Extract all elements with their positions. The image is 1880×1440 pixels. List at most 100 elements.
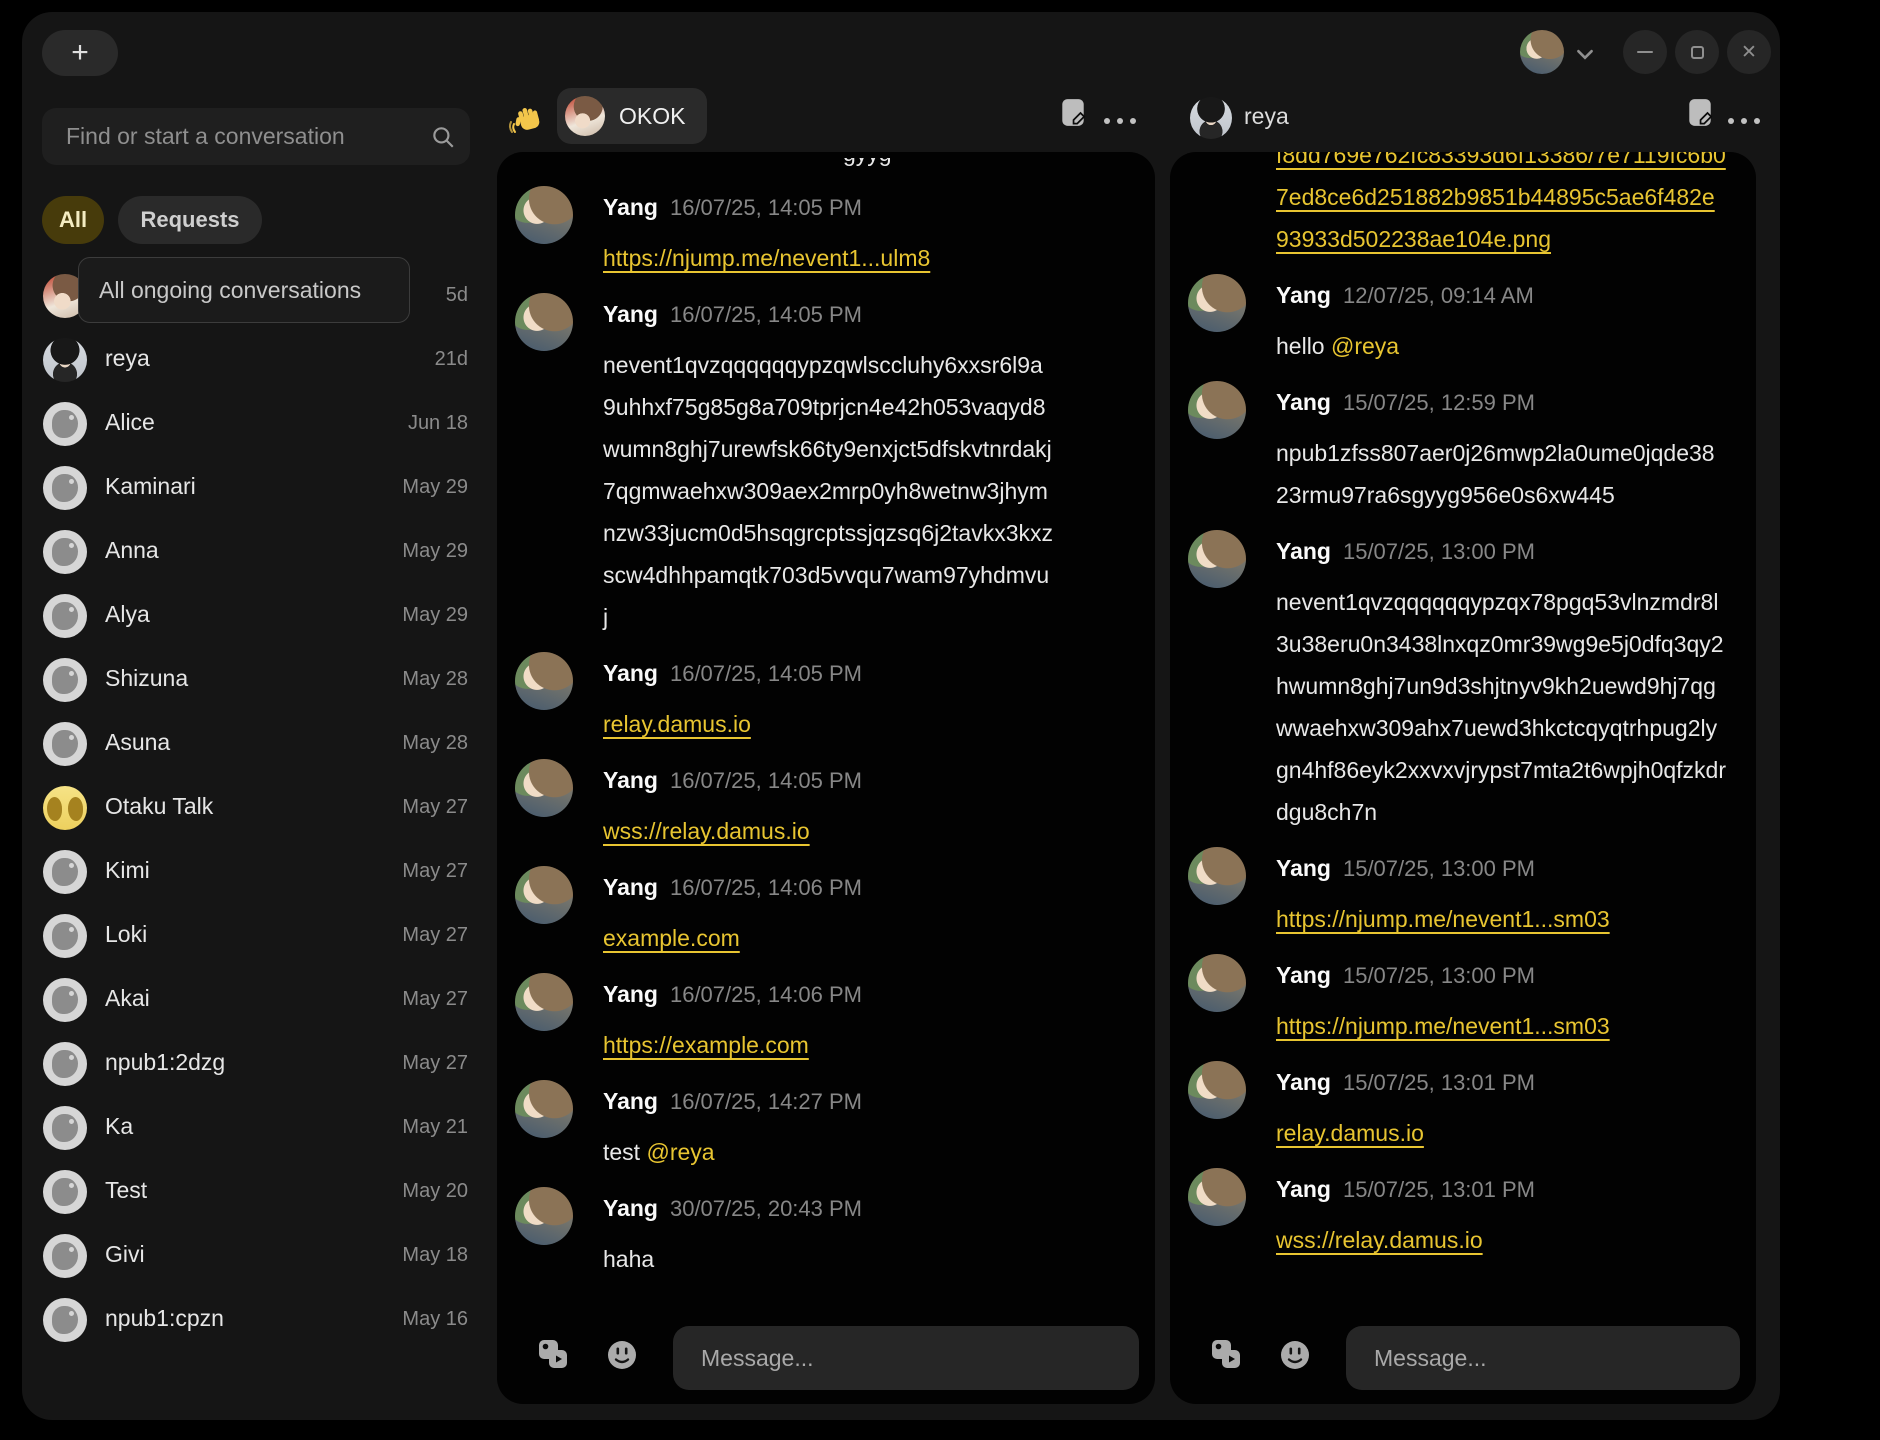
avatar xyxy=(43,786,87,830)
message-link[interactable]: https://njump.me/nevent1...sm03 xyxy=(1276,1013,1610,1039)
message-body: test @reya xyxy=(603,1131,1053,1173)
conversation-time: 21d xyxy=(435,348,468,371)
chat-title-reya[interactable]: reya xyxy=(1244,103,1289,130)
message-link[interactable]: wss://relay.damus.io xyxy=(603,818,810,844)
more-options-icon[interactable] xyxy=(1728,118,1760,124)
message-input-row xyxy=(1170,1310,1756,1404)
message-link[interactable]: https://njump.me/nevent1...ulm8 xyxy=(603,245,930,271)
conversation-row[interactable]: KaMay 21 xyxy=(42,1096,470,1160)
conversation-name: Akai xyxy=(105,985,150,1012)
conversation-row[interactable]: Asuna May 28 xyxy=(42,712,470,776)
message-link[interactable]: relay.damus.io xyxy=(1276,1120,1424,1146)
message-sender: Yang xyxy=(603,767,658,793)
search-input[interactable] xyxy=(42,108,470,165)
message-body: npub1zfss807aer0j26mwp2la0ume0jqde3823rm… xyxy=(1276,432,1726,516)
message-sender: Yang xyxy=(1276,855,1331,881)
conversation-row[interactable]: npub1:2dzgMay 27 xyxy=(42,1032,470,1096)
message-link[interactable]: example.com xyxy=(603,925,740,951)
message-timestamp: 15/07/25, 12:59 PM xyxy=(1343,390,1535,415)
conversation-name: Asuna xyxy=(105,729,170,756)
attach-media-icon[interactable] xyxy=(1208,1336,1244,1377)
minimize-button[interactable] xyxy=(1623,30,1667,74)
message-sender-row: Yang16/07/25, 14:05 PM xyxy=(603,186,1125,229)
tab-all[interactable]: All xyxy=(42,196,104,244)
more-options-icon[interactable] xyxy=(1104,118,1136,124)
message: Yang 15/07/25, 13:00 PM https://njump.me/n… xyxy=(1170,847,1726,940)
avatar xyxy=(43,658,87,702)
mention-link[interactable]: @reya xyxy=(1331,333,1399,359)
message-input[interactable] xyxy=(673,1326,1139,1390)
message-link[interactable]: https://njump.me/nevent1...sm03 xyxy=(1276,906,1610,932)
tab-requests[interactable]: Requests xyxy=(118,196,262,244)
message-scroll-area[interactable]: f8dd769e762fc83393d6f13386/7e7119fc6b07e… xyxy=(1170,152,1756,1310)
message-sender: Yang xyxy=(1276,962,1331,988)
avatar xyxy=(1188,847,1246,905)
conversation-row[interactable]: AnnaMay 29 xyxy=(42,520,470,584)
conversation-row[interactable]: AkaiMay 27 xyxy=(42,968,470,1032)
conversation-row[interactable]: AlyaMay 29 xyxy=(42,584,470,648)
conversation-name: Shizuna xyxy=(105,665,188,692)
mention-link[interactable]: @reya xyxy=(646,1139,714,1165)
conversation-row[interactable]: ShizunaMay 28 xyxy=(42,648,470,712)
conversation-row[interactable]: KaminariMay 29 xyxy=(42,456,470,520)
message-link[interactable]: https://example.com xyxy=(603,1032,809,1058)
conversation-row[interactable]: TestMay 20 xyxy=(42,1160,470,1224)
emoji-picker-icon[interactable] xyxy=(1278,1338,1312,1377)
avatar xyxy=(515,652,573,710)
message: Yang16/07/25, 14:05 PM relay.damus.io xyxy=(497,652,1125,745)
conversation-time: May 27 xyxy=(402,796,468,819)
message-body: nevent1qvzqqqqqqypzqwlsccluhy6xxsr6l9a9u… xyxy=(603,344,1053,638)
maximize-button[interactable] xyxy=(1675,30,1719,74)
message: Yang12/07/25, 09:14 AMhello @reya xyxy=(1170,274,1726,367)
message: Yang16/07/25, 14:05 PMnevent1qvzqqqqqqyp… xyxy=(497,293,1125,638)
message-sender: Yang xyxy=(603,1195,658,1221)
message-link[interactable]: wss://relay.damus.io xyxy=(1276,1227,1483,1253)
conversation-time: Jun 18 xyxy=(408,412,468,435)
compose-note-icon[interactable] xyxy=(1687,98,1713,133)
message-timestamp: 15/07/25, 13:00 PM xyxy=(1343,856,1535,881)
conversation-time: May 20 xyxy=(402,1180,468,1203)
avatar xyxy=(515,1187,573,1245)
waving-hand-icon xyxy=(508,102,544,138)
message-body: https://njump.me/nevent1...ulm8 xyxy=(603,237,1053,279)
chevron-down-icon[interactable] xyxy=(1576,47,1594,65)
compose-note-icon[interactable] xyxy=(1060,98,1086,133)
conversation-row[interactable]: Otaku TalkMay 27 xyxy=(42,776,470,840)
conversation-time: May 28 xyxy=(402,732,468,755)
avatar xyxy=(43,1234,87,1278)
conversation-row[interactable]: npub1:cpznMay 16 xyxy=(42,1288,470,1352)
conversation-name: Givi xyxy=(105,1241,145,1268)
conversation-list[interactable]: 5dreya21dAliceJun 18KaminariMay 29AnnaMa… xyxy=(42,264,470,1352)
chat-title-okok[interactable]: OKOK xyxy=(557,88,707,144)
conversation-name: Kimi xyxy=(105,857,150,884)
conversation-row[interactable]: LokiMay 27 xyxy=(42,904,470,968)
conversation-row[interactable]: reya 21d xyxy=(42,328,470,392)
message-sender-row: Yang16/07/25, 14:27 PM xyxy=(603,1080,1125,1123)
message-sender-row: Yang15/07/25, 13:01 PM xyxy=(1276,1061,1726,1104)
message-sender: Yang xyxy=(1276,1069,1331,1095)
message-timestamp: 30/07/25, 20:43 PM xyxy=(670,1196,862,1221)
message-sender-row: Yang16/07/25, 14:05 PM xyxy=(603,652,1125,695)
message-timestamp: 16/07/25, 14:05 PM xyxy=(670,302,862,327)
conversation-name: reya xyxy=(105,345,150,372)
close-button[interactable]: ✕ xyxy=(1727,30,1771,74)
message-sender-row: Yang16/07/25, 14:06 PM xyxy=(603,973,1125,1016)
message-input[interactable] xyxy=(1346,1326,1740,1390)
emoji-picker-icon[interactable] xyxy=(605,1338,639,1377)
new-chat-button[interactable]: + xyxy=(42,30,118,76)
square-icon xyxy=(1691,46,1704,59)
search-icon xyxy=(430,124,456,155)
message-sender-row: Yang15/07/25, 13:01 PM xyxy=(1276,1168,1726,1211)
conversation-row[interactable]: KimiMay 27 xyxy=(42,840,470,904)
message-scroll-area[interactable]: gyyg Yang16/07/25, 14:05 PMhttps://njump… xyxy=(497,152,1155,1310)
message-link[interactable]: relay.damus.io xyxy=(603,711,751,737)
conversation-row[interactable]: AliceJun 18 xyxy=(42,392,470,456)
message-sender-row: Yang 30/07/25, 20:43 PM xyxy=(603,1187,1125,1230)
message-sender: Yang xyxy=(603,981,658,1007)
clipped-link-message[interactable]: f8dd769e762fc83393d6f13386/7e7119fc6b07e… xyxy=(1170,152,1726,260)
account-avatar[interactable] xyxy=(1520,30,1564,74)
conversation-row[interactable]: GiviMay 18 xyxy=(42,1224,470,1288)
conversation-time: May 16 xyxy=(402,1308,468,1331)
attach-media-icon[interactable] xyxy=(535,1336,571,1377)
avatar xyxy=(43,466,87,510)
